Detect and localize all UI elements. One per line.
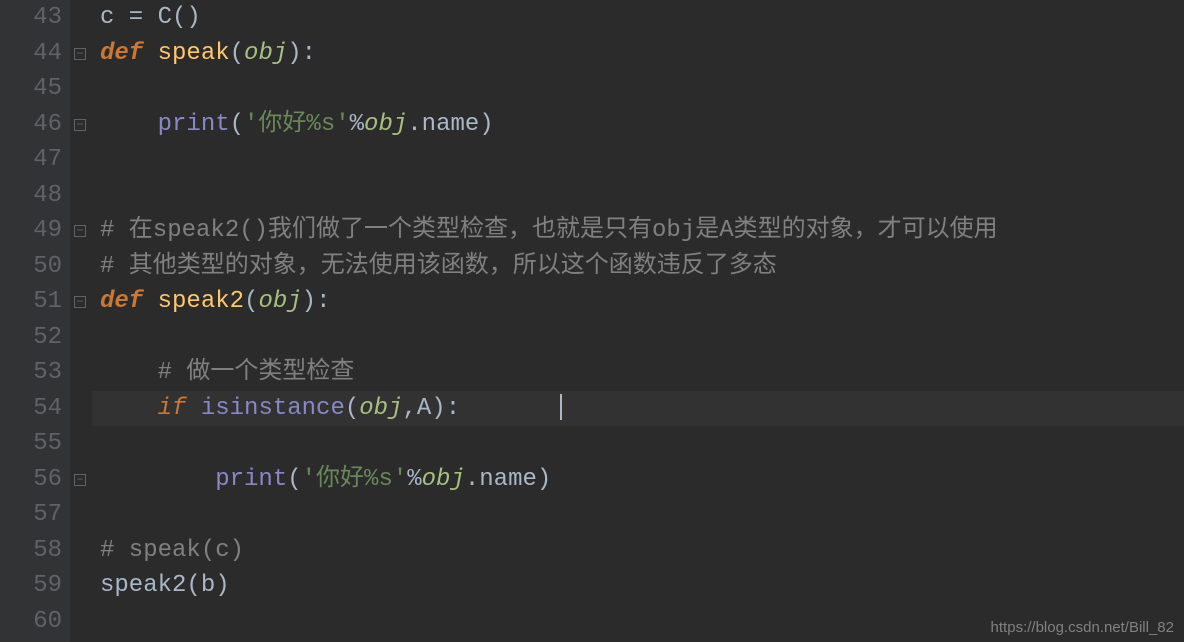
code-token [143, 40, 157, 67]
code-token: speak [158, 40, 230, 67]
line-number: 53 [0, 355, 62, 391]
line-number: 55 [0, 426, 62, 462]
code-token: obj [258, 288, 301, 315]
code-token [100, 111, 158, 138]
code-token: # 做一个类型检查 [158, 359, 355, 386]
code-token: isinstance [201, 395, 345, 422]
code-token: ( [230, 40, 244, 67]
code-token: .name [407, 111, 479, 138]
code-line[interactable]: def speak2(obj): [92, 284, 1184, 320]
line-number: 48 [0, 178, 62, 214]
code-token: print [215, 466, 287, 493]
code-editor[interactable]: 434445464748495051525354555657585960 c =… [0, 0, 1184, 642]
code-token: '你好%s' [302, 466, 408, 493]
code-line[interactable]: if isinstance(obj,A): [92, 391, 1184, 427]
code-token: : [446, 395, 460, 422]
line-number: 43 [0, 0, 62, 36]
code-line[interactable] [92, 178, 1184, 214]
code-token: obj [422, 466, 465, 493]
fold-toggle-icon[interactable] [74, 296, 86, 308]
code-token: : [316, 288, 330, 315]
fold-toggle-icon[interactable] [74, 48, 86, 60]
code-line[interactable]: print('你好%s'%obj.name) [92, 107, 1184, 143]
code-token: ) [431, 395, 445, 422]
code-token: : [302, 40, 316, 67]
code-token: = [114, 4, 157, 31]
code-line[interactable] [92, 320, 1184, 356]
code-token: if [158, 395, 187, 422]
code-area[interactable]: c = C()def speak(obj): print('你好%s'%obj.… [92, 0, 1184, 642]
code-line[interactable]: c = C() [92, 0, 1184, 36]
code-token: # 在speak2()我们做了一个类型检查，也就是只有obj是A类型的对象，才可… [100, 217, 998, 244]
code-line[interactable]: print('你好%s'%obj.name) [92, 462, 1184, 498]
code-token: ) [287, 40, 301, 67]
code-token: speak2 [100, 572, 186, 599]
fold-toggle-icon[interactable] [74, 474, 86, 486]
code-token: def [100, 40, 143, 67]
line-number-gutter: 434445464748495051525354555657585960 [0, 0, 70, 642]
line-number: 49 [0, 213, 62, 249]
line-number: 56 [0, 462, 62, 498]
code-token [100, 395, 158, 422]
code-token: b [201, 572, 215, 599]
line-number: 60 [0, 604, 62, 640]
code-token [186, 395, 200, 422]
code-token: .name [465, 466, 537, 493]
code-token: C [158, 4, 172, 31]
code-line[interactable]: speak2(b) [92, 568, 1184, 604]
code-line[interactable]: # 在speak2()我们做了一个类型检查，也就是只有obj是A类型的对象，才可… [92, 213, 1184, 249]
code-token: () [172, 4, 201, 31]
code-line[interactable]: # 做一个类型检查 [92, 355, 1184, 391]
line-number: 47 [0, 142, 62, 178]
code-line[interactable]: # 其他类型的对象，无法使用该函数，所以这个函数违反了多态 [92, 249, 1184, 285]
line-number: 51 [0, 284, 62, 320]
code-token: speak2 [158, 288, 244, 315]
line-number: 46 [0, 107, 62, 143]
code-token: obj [359, 395, 402, 422]
code-line[interactable]: # speak(c) [92, 533, 1184, 569]
code-line[interactable]: def speak(obj): [92, 36, 1184, 72]
code-line[interactable] [92, 142, 1184, 178]
line-number: 54 [0, 391, 62, 427]
code-token [100, 359, 158, 386]
code-token: obj [364, 111, 407, 138]
code-token: ) [302, 288, 316, 315]
line-number: 44 [0, 36, 62, 72]
line-number: 57 [0, 497, 62, 533]
code-token: ( [244, 288, 258, 315]
fold-toggle-icon[interactable] [74, 119, 86, 131]
code-token: ( [230, 111, 244, 138]
fold-toggle-icon[interactable] [74, 225, 86, 237]
line-number: 52 [0, 320, 62, 356]
code-token: ( [186, 572, 200, 599]
code-token: A [417, 395, 431, 422]
code-token: '你好%s' [244, 111, 350, 138]
line-number: 58 [0, 533, 62, 569]
code-token: obj [244, 40, 287, 67]
code-token: % [350, 111, 364, 138]
code-token: print [158, 111, 230, 138]
code-token: ( [287, 466, 301, 493]
code-token: ) [215, 572, 229, 599]
code-line[interactable] [92, 71, 1184, 107]
code-token: c [100, 4, 114, 31]
code-token: ) [537, 466, 551, 493]
code-token [100, 466, 215, 493]
code-line[interactable] [92, 497, 1184, 533]
line-number: 45 [0, 71, 62, 107]
code-token: # speak(c) [100, 537, 244, 564]
fold-column[interactable] [70, 0, 92, 642]
text-cursor [560, 394, 562, 420]
code-token: # 其他类型的对象，无法使用该函数，所以这个函数违反了多态 [100, 253, 777, 280]
code-token [143, 288, 157, 315]
code-token: def [100, 288, 143, 315]
code-token: , [402, 395, 416, 422]
line-number: 50 [0, 249, 62, 285]
code-token: ( [345, 395, 359, 422]
code-token: % [407, 466, 421, 493]
code-line[interactable] [92, 426, 1184, 462]
line-number: 59 [0, 568, 62, 604]
code-token: ) [479, 111, 493, 138]
watermark-text: https://blog.csdn.net/Bill_82 [991, 619, 1174, 636]
